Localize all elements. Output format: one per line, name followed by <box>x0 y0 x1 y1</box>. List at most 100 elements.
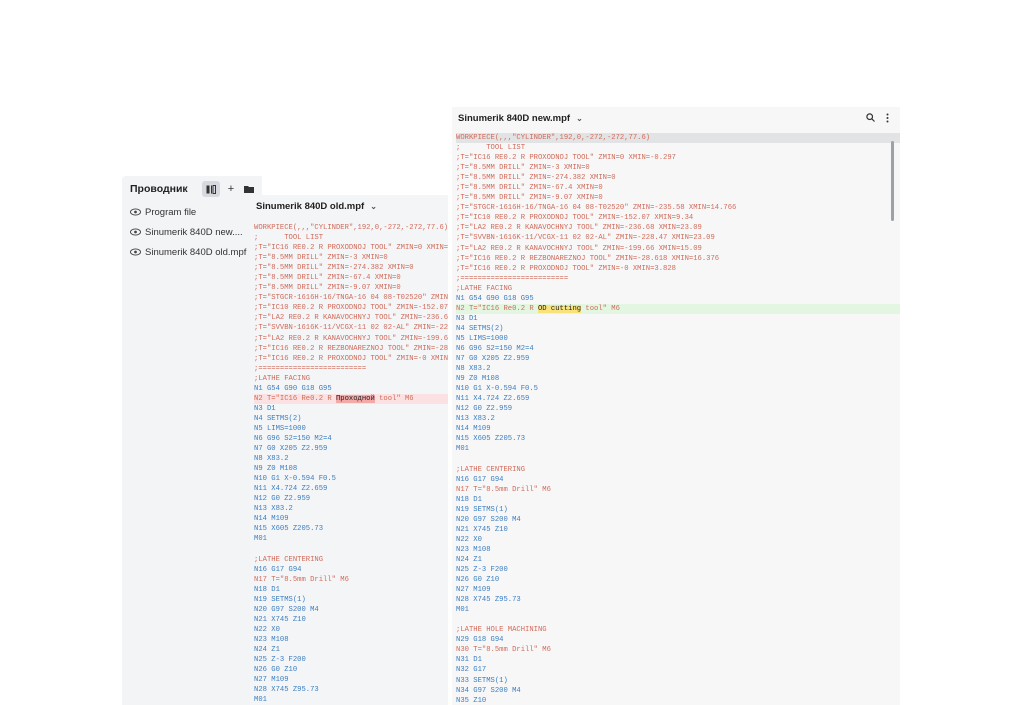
code-line: ;T="8.5MM DRILL" ZMIN=-67.4 XMIN=0 <box>254 274 401 283</box>
code-line: N5 LIMS=1000 <box>456 334 508 343</box>
code-line: N12 G0 Z2.959 <box>456 405 513 414</box>
code-line: N9 Z0 M108 <box>254 465 298 474</box>
chevron-down-icon[interactable]: ⌄ <box>576 114 583 123</box>
code-line: N25 Z-3 F200 <box>254 656 306 665</box>
code-line: N10 G1 X-0.594 F0.5 <box>254 475 336 484</box>
diff-highlight: Проходной <box>335 394 375 403</box>
chevron-down-icon[interactable]: ⌄ <box>370 202 377 211</box>
code-line: ;T="LA2 RE0.2 R KANAVOCHNYJ TOOL" ZMIN=-… <box>254 314 448 323</box>
code-line: N14 M109 <box>254 515 289 524</box>
code-line: N34 G97 S200 M4 <box>456 686 521 695</box>
code-line: N11 X4.724 Z2.659 <box>254 485 328 494</box>
code-line: N24 Z1 <box>254 645 280 654</box>
tab-title: Sinumerik 840D new.mpf <box>458 113 571 124</box>
code-line: N3 D1 <box>456 314 478 323</box>
code-line: ;========================= <box>254 364 367 373</box>
explorer-item-label: Program file <box>145 206 197 218</box>
search-icon[interactable] <box>866 113 875 125</box>
code-line: N3 D1 <box>254 404 276 413</box>
code-area[interactable]: WORKPIECE(,,,"CYLINDER",192,0,-272,-272,… <box>456 133 900 705</box>
code-line: ;T="IC16 RE0.2 R PROXODNOJ TOOL" ZMIN=0 … <box>456 154 676 163</box>
code-line: ;T="STGCR-1616H-16/TNGA-16 04 08-T02520"… <box>254 294 448 303</box>
code-line: N5 LIMS=1000 <box>254 424 306 433</box>
tab-old-mpf[interactable]: Sinumerik 840D old.mpf ⌄ <box>256 201 377 212</box>
code-line: ;T="8.5MM DRILL" ZMIN=-274.382 XMIN=0 <box>254 264 414 273</box>
code-line: N17 T="8.5mm Drill" M6 <box>456 485 551 494</box>
code-line: N18 D1 <box>254 585 280 594</box>
code-line: N10 G1 X-0.594 F0.5 <box>456 385 538 394</box>
editor-new: Sinumerik 840D new.mpf ⌄ WORKPIECE(,,,"CY… <box>452 107 900 705</box>
code-line: N24 Z1 <box>456 555 482 564</box>
code-line: ;T="IC16 RE0.2 R REZBONAREZNOJ TOOL" ZMI… <box>254 344 448 353</box>
code-line: WORKPIECE(,,,"CYLINDER",192,0,-272,-272,… <box>456 133 900 144</box>
code-line: N7 G0 X205 Z2.959 <box>456 355 530 364</box>
code-line: N7 G0 X205 Z2.959 <box>254 445 328 454</box>
code-line: ; TOOL LIST <box>254 234 324 243</box>
eye-icon <box>130 248 141 256</box>
code-line: N27 M109 <box>456 586 491 595</box>
code-line: ; TOOL LIST <box>456 144 526 153</box>
scrollbar[interactable] <box>891 141 894 221</box>
code-line: N19 SETMS(1) <box>456 505 508 514</box>
code-line: N15 X605 Z205.73 <box>254 525 324 534</box>
code-line: N4 SETMS(2) <box>254 414 302 423</box>
code-line: N16 G17 G94 <box>254 565 302 574</box>
code-line: N12 G0 Z2.959 <box>254 495 311 504</box>
code-line: ;T="8.5MM DRILL" ZMIN=-3 XMIN=0 <box>254 254 388 263</box>
tab-new-mpf[interactable]: Sinumerik 840D new.mpf ⌄ <box>458 113 583 124</box>
explorer-panel: Проводник + Program file Sinumerik 840D … <box>122 176 262 705</box>
code-line: ;T="8.5MM DRILL" ZMIN=-67.4 XMIN=0 <box>456 184 603 193</box>
code-line: N35 Z10 <box>456 696 487 705</box>
code-line: ;T="IC10 RE0.2 R PROXODNOJ TOOL" ZMIN=-1… <box>254 304 448 313</box>
code-line: N8 X83.2 <box>254 455 289 464</box>
explorer-item-old-mpf[interactable]: Sinumerik 840D old.mpf <box>130 244 246 260</box>
code-line: M01 <box>456 445 469 454</box>
code-line: N13 X83.2 <box>254 505 293 514</box>
eye-icon <box>130 228 141 236</box>
code-line: N26 G0 Z10 <box>254 666 298 675</box>
code-line: ;T="8.5MM DRILL" ZMIN=-3 XMIN=0 <box>456 164 590 173</box>
code-line: N28 X745 Z95.73 <box>456 596 521 605</box>
code-line: N33 SETMS(1) <box>456 676 508 685</box>
code-line: N1 G54 G90 G18 G95 <box>254 384 332 393</box>
editor-tabbar: Sinumerik 840D new.mpf ⌄ <box>452 107 900 131</box>
eye-icon <box>130 208 141 216</box>
code-line: ;T="LA2 RE0.2 R KANAVOCHNYJ TOOL" ZMIN=-… <box>456 224 702 233</box>
explorer-item-new-mpf[interactable]: Sinumerik 840D new.... <box>130 224 243 240</box>
code-line: M01 <box>254 535 267 544</box>
code-line: ;T="IC16 RE0.2 R PROXODNOJ TOOL" ZMIN=-0… <box>456 264 676 273</box>
code-line: N32 G17 <box>456 666 487 675</box>
code-line: ;T="LA2 RE0.2 R KANAVOCHNYJ TOOL" ZMIN=-… <box>456 244 702 253</box>
split-view-icon[interactable] <box>202 181 220 197</box>
code-line: ;LATHE CENTERING <box>254 555 324 564</box>
explorer-item-program-file[interactable]: Program file <box>130 204 196 220</box>
code-line: N16 G17 G94 <box>456 475 504 484</box>
code-line: N28 X745 Z95.73 <box>254 686 319 695</box>
add-icon[interactable]: + <box>222 181 240 197</box>
code-line: ;T="IC16 RE0.2 R PROXODNOJ TOOL" ZMIN=0 … <box>254 244 448 253</box>
code-line: ;LATHE CENTERING <box>456 465 526 474</box>
code-line: ;T="SVVBN-1616K-11/VCGX-11 02 02-AL" ZMI… <box>456 234 715 243</box>
code-line: ;T="8.5MM DRILL" ZMIN=-9.07 XMIN=0 <box>254 284 401 293</box>
code-line: N6 G96 S2=150 M2=4 <box>456 344 534 353</box>
more-options-icon[interactable] <box>886 113 889 126</box>
code-line: ;T="LA2 RE0.2 R KANAVOCHNYJ TOOL" ZMIN=-… <box>254 334 448 343</box>
code-line: ;T="8.5MM DRILL" ZMIN=-9.07 XMIN=0 <box>456 194 603 203</box>
code-line: N15 X605 Z205.73 <box>456 435 526 444</box>
explorer-item-label: Sinumerik 840D new.... <box>145 226 243 238</box>
editor-old: Sinumerik 840D old.mpf ⌄ WORKPIECE(,,,"CY… <box>250 195 448 705</box>
code-line: N4 SETMS(2) <box>456 324 504 333</box>
code-line: ;LATHE FACING <box>254 374 311 383</box>
explorer-item-label: Sinumerik 840D old.mpf <box>145 246 247 258</box>
code-line: ;T="IC16 RE0.2 R PROXODNOJ TOOL" ZMIN=-0… <box>254 354 448 363</box>
code-line: N20 G97 S200 M4 <box>456 515 521 524</box>
code-line: ;LATHE FACING <box>456 284 513 293</box>
code-line: N19 SETMS(1) <box>254 595 306 604</box>
code-line: ;T="STGCR-1616H-16/TNGA-16 04 08-T02520"… <box>456 204 737 213</box>
code-line: N25 Z-3 F200 <box>456 566 508 575</box>
editor-tabbar: Sinumerik 840D old.mpf ⌄ <box>250 195 448 219</box>
code-area[interactable]: WORKPIECE(,,,"CYLINDER",192,0,-272,-272,… <box>254 223 448 705</box>
explorer-title: Проводник <box>130 183 188 195</box>
